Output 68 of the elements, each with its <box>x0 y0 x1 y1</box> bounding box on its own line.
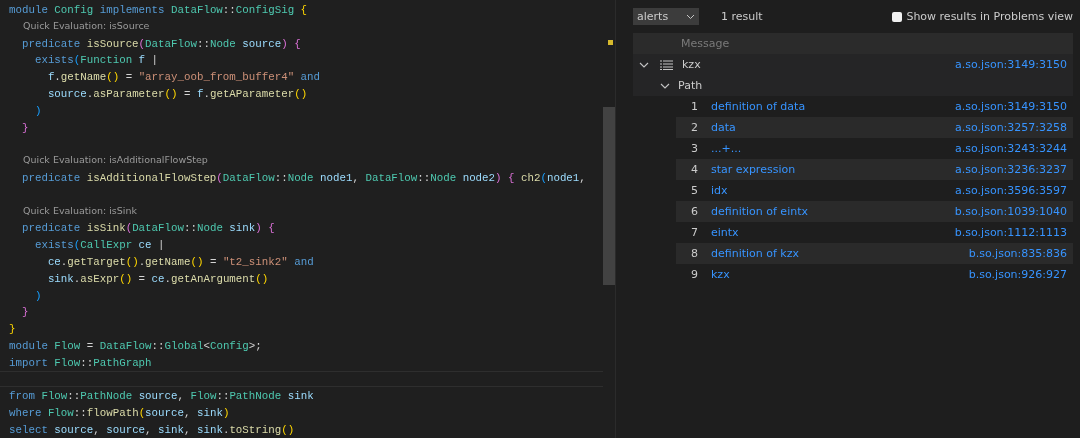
problems-view-checkbox[interactable] <box>892 11 903 22</box>
location-link[interactable]: b.so.json:926:927 <box>968 268 1067 281</box>
code-line: module Flow = DataFlow::Global<Config>; <box>8 338 263 354</box>
location-link[interactable]: a.so.json:3257:3258 <box>955 121 1067 134</box>
code-line: where Flow::flowPath(source, sink) <box>8 406 231 421</box>
result-message: kzx <box>682 58 701 71</box>
step-link[interactable]: ...+... <box>711 142 742 155</box>
step-number: 8 <box>690 247 698 260</box>
step-number: 2 <box>690 121 698 134</box>
step-number: 1 <box>690 100 698 113</box>
code-line: predicate isAdditionalFlowStep(DataFlow::Node node1, DataFlow::Node node2) { ch2(node1, <box>20 170 587 186</box>
path-step-row[interactable]: 4 star expression a.so.json:3236:3237 <box>676 159 1073 180</box>
step-number: 6 <box>690 205 698 218</box>
step-link[interactable]: star expression <box>711 163 796 176</box>
step-link[interactable]: definition of data <box>711 100 806 113</box>
code-line: ) <box>33 103 43 119</box>
location-link[interactable]: b.so.json:1112:1113 <box>954 226 1067 239</box>
code-line: } <box>20 120 30 136</box>
code-line: } <box>8 322 17 337</box>
path-label: Path <box>678 79 703 92</box>
result-set-dropdown[interactable]: alerts <box>633 8 699 25</box>
location-link[interactable]: a.so.json:3243:3244 <box>955 142 1067 155</box>
step-link[interactable]: definition of eintx <box>711 205 808 218</box>
step-link[interactable]: eintx <box>711 226 739 239</box>
result-row[interactable]: kzx a.so.json:3149:3150 <box>633 54 1073 75</box>
code-line: ) <box>33 288 43 304</box>
code-line: from Flow::PathNode source, Flow::PathNode sink <box>8 389 315 405</box>
step-number: 5 <box>690 184 698 197</box>
code-line: source.asParameter() = f.getAParameter() <box>46 87 309 102</box>
path-step-row[interactable]: 2 data a.so.json:3257:3258 <box>676 117 1073 138</box>
location-link[interactable]: a.so.json:3236:3237 <box>955 163 1067 176</box>
minimap-marker <box>608 40 613 45</box>
step-number: 7 <box>690 226 698 239</box>
step-link[interactable]: idx <box>711 184 728 197</box>
path-step-row[interactable]: 8 definition of kzx b.so.json:835:836 <box>676 243 1073 264</box>
code-line: module Config implements DataFlow::ConfigSig { <box>8 3 309 18</box>
code-line: predicate isSink(DataFlow::Node sink) { <box>20 221 276 237</box>
quick-evaluation-link[interactable]: Quick Evaluation: isSink <box>0 202 603 220</box>
step-number: 9 <box>690 268 698 281</box>
code-line: f.getName() = "array_oob_from_buffer4" and <box>46 70 322 85</box>
code-line: } <box>20 305 30 321</box>
location-link[interactable]: b.so.json:835:836 <box>968 247 1067 260</box>
checkbox-label: Show results in Problems view <box>906 10 1073 23</box>
code-line: import Flow::PathGraph <box>8 355 153 371</box>
code-line: select source, source, sink, sink.toString() <box>8 422 296 438</box>
quick-evaluation-link[interactable]: Quick Evaluation: isSource <box>0 17 603 35</box>
location-link[interactable]: b.so.json:1039:1040 <box>954 205 1067 218</box>
code-line: predicate isSource(DataFlow::Node source) { <box>20 36 302 52</box>
result-count: 1 result <box>721 10 763 23</box>
path-step-row[interactable]: 6 definition of eintx b.so.json:1039:1040 <box>676 201 1073 222</box>
quick-evaluation-link[interactable]: Quick Evaluation: isAdditionalFlowStep <box>0 152 603 169</box>
step-link[interactable]: data <box>711 121 736 134</box>
code-line: sink.asExpr() = ce.getAnArgument() <box>46 271 270 287</box>
step-number: 3 <box>690 142 698 155</box>
location-link[interactable]: a.so.json:3596:3597 <box>955 184 1067 197</box>
chevron-down-icon <box>686 13 695 20</box>
code-line: exists(CallExpr ce | <box>33 238 166 253</box>
column-header: Message <box>681 37 730 50</box>
step-link[interactable]: kzx <box>711 268 730 281</box>
location-link[interactable]: a.so.json:3149:3150 <box>955 58 1067 71</box>
location-link[interactable]: a.so.json:3149:3150 <box>955 100 1067 113</box>
list-icon <box>660 59 673 70</box>
code-line: exists(Function f | <box>33 53 160 69</box>
step-number: 4 <box>690 163 698 176</box>
scrollbar-thumb[interactable] <box>603 107 615 285</box>
step-link[interactable]: definition of kzx <box>711 247 800 260</box>
path-row[interactable]: Path <box>633 75 1073 96</box>
code-line: ce.getTarget().getName() = "t2_sink2" and <box>46 254 315 270</box>
